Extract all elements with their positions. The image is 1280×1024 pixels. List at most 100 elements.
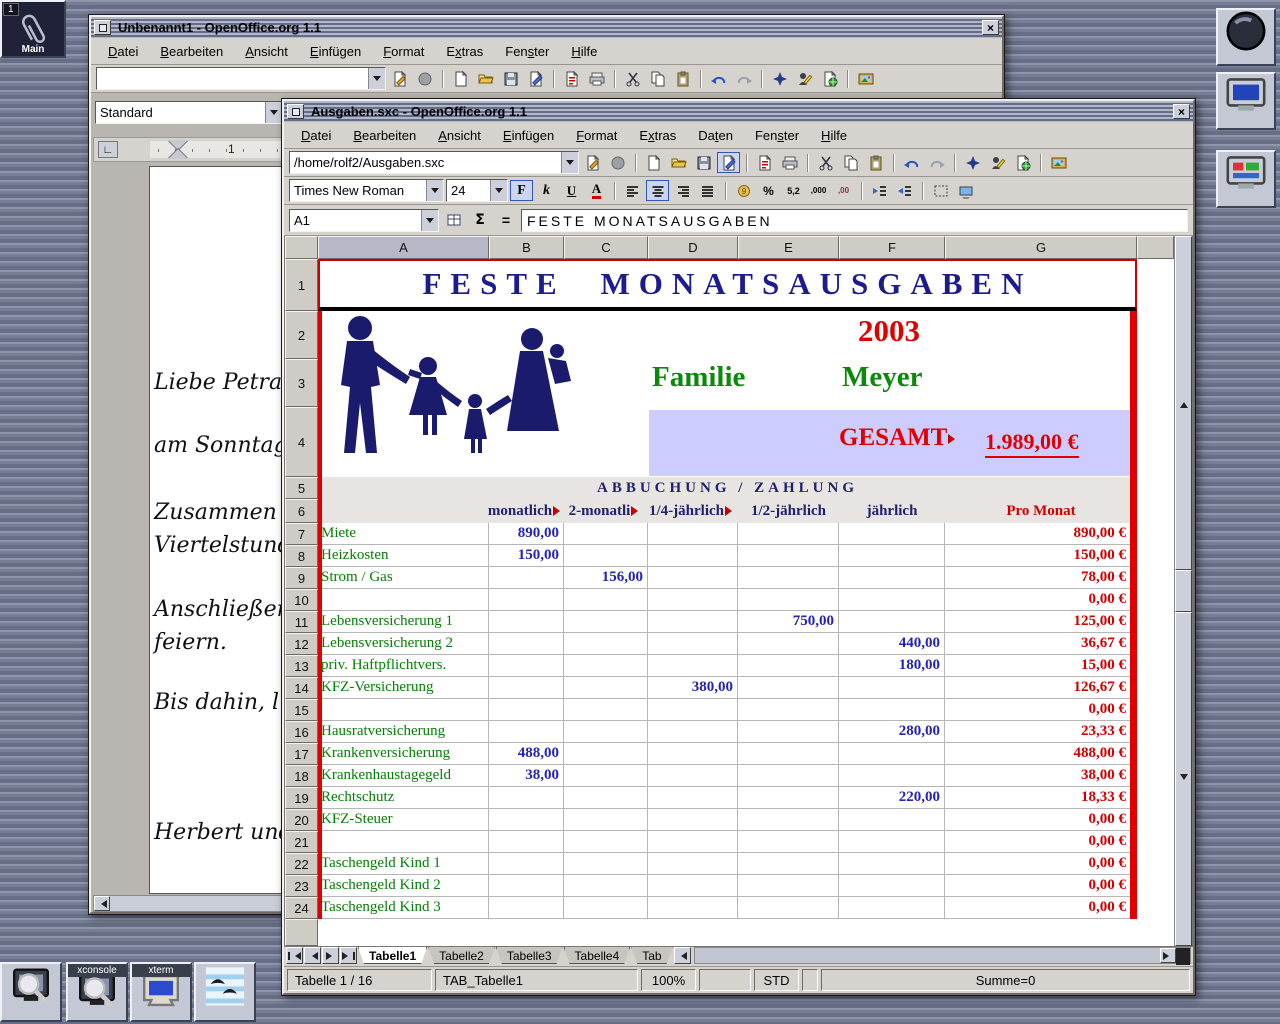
cell[interactable]: Miete: [318, 523, 489, 545]
row-header-18[interactable]: 18: [285, 765, 318, 787]
open-icon[interactable]: [667, 152, 690, 173]
row-header-11[interactable]: 11: [285, 611, 318, 633]
horizontal-scrollbar[interactable]: [694, 947, 1191, 964]
period-header[interactable]: Pro Monat: [945, 499, 1137, 523]
menu-datei[interactable]: Datei: [292, 125, 340, 146]
row-header-15[interactable]: 15: [285, 699, 318, 721]
cell[interactable]: [738, 743, 839, 765]
cell[interactable]: [738, 765, 839, 787]
cell[interactable]: [839, 765, 945, 787]
row-header-1[interactable]: 1: [285, 259, 318, 311]
formula-input[interactable]: FESTE MONATSAUSGABEN: [521, 209, 1188, 232]
border-icon[interactable]: [929, 180, 952, 201]
cell[interactable]: [648, 545, 738, 567]
dropdown-button[interactable]: [265, 102, 282, 123]
cell[interactable]: 380,00: [648, 677, 738, 699]
cell[interactable]: [564, 809, 648, 831]
cell[interactable]: [738, 523, 839, 545]
insert-icon[interactable]: [986, 152, 1009, 173]
cell[interactable]: 750,00: [738, 611, 839, 633]
dropdown-button[interactable]: [561, 152, 578, 173]
cell[interactable]: [489, 633, 564, 655]
cell[interactable]: 0,00 €: [945, 809, 1137, 831]
cell-reference-box[interactable]: A1: [289, 209, 439, 232]
cell[interactable]: [648, 633, 738, 655]
period-header[interactable]: 1/2-jährlich: [738, 499, 839, 523]
align-right-icon[interactable]: [671, 180, 694, 201]
cell[interactable]: [489, 699, 564, 721]
font-size-combo[interactable]: 24: [446, 179, 508, 202]
column-header-F[interactable]: F: [839, 236, 945, 259]
scroll-up-button[interactable]: [1175, 236, 1192, 570]
row-header-12[interactable]: 12: [285, 633, 318, 655]
undo-icon[interactable]: [900, 152, 923, 173]
desktop-sphere-icon[interactable]: [1216, 8, 1276, 66]
cut-icon[interactable]: [621, 68, 644, 89]
cell[interactable]: [738, 567, 839, 589]
cell[interactable]: [738, 787, 839, 809]
menu-hilfe[interactable]: Hilfe: [562, 41, 606, 62]
paste-icon[interactable]: [671, 68, 694, 89]
cell[interactable]: [648, 611, 738, 633]
currency-icon[interactable]: 9: [732, 180, 755, 201]
indent-marker-bottom[interactable]: [168, 139, 188, 159]
cell[interactable]: [564, 787, 648, 809]
cell[interactable]: [489, 897, 564, 919]
cell[interactable]: [738, 831, 839, 853]
section-header-row[interactable]: ABBUCHUNG / ZAHLUNG: [318, 477, 1137, 499]
cell[interactable]: [648, 853, 738, 875]
taskbar-openoffice[interactable]: [194, 962, 256, 1022]
open-icon[interactable]: [474, 68, 497, 89]
desktop-display-icon[interactable]: [1216, 150, 1276, 208]
cell[interactable]: 126,67 €: [945, 677, 1137, 699]
number-format-icon[interactable]: 5,2: [782, 180, 805, 201]
indent-less-icon[interactable]: [868, 180, 891, 201]
insert-object-icon[interactable]: [1011, 152, 1034, 173]
cell[interactable]: 150,00 €: [945, 545, 1137, 567]
cell[interactable]: [839, 875, 945, 897]
menu-bearbeiten[interactable]: Bearbeiten: [344, 125, 425, 146]
menu-hilfe[interactable]: Hilfe: [812, 125, 856, 146]
menu-format[interactable]: Format: [567, 125, 626, 146]
writer-url-combo[interactable]: [96, 67, 386, 90]
cell[interactable]: [738, 545, 839, 567]
paste-icon[interactable]: [864, 152, 887, 173]
cell[interactable]: [564, 699, 648, 721]
row-header-23[interactable]: 23: [285, 875, 318, 897]
cell[interactable]: [318, 499, 489, 523]
row-header-10[interactable]: 10: [285, 589, 318, 611]
function-wizard-icon[interactable]: [442, 210, 466, 231]
edit-file-icon[interactable]: [524, 68, 547, 89]
menu-bearbeiten[interactable]: Bearbeiten: [151, 41, 232, 62]
column-header-D[interactable]: D: [648, 236, 738, 259]
sum-icon[interactable]: Σ: [468, 210, 492, 231]
cell[interactable]: 15,00 €: [945, 655, 1137, 677]
menu-extras[interactable]: Extras: [630, 125, 685, 146]
cell[interactable]: [648, 897, 738, 919]
scrollbar-thumb[interactable]: [1175, 570, 1192, 611]
style-value[interactable]: Standard: [96, 102, 265, 123]
dropdown-button[interactable]: [421, 210, 438, 231]
sheet-tab-tabelle2[interactable]: Tabelle2: [428, 947, 495, 964]
status-zoom[interactable]: 100%: [641, 969, 696, 991]
cell[interactable]: 36,67 €: [945, 633, 1137, 655]
cell[interactable]: 156,00: [564, 567, 648, 589]
cell[interactable]: Taschengeld Kind 1: [318, 853, 489, 875]
cell[interactable]: 180,00: [839, 655, 945, 677]
tab-scroll-left-button[interactable]: [674, 947, 691, 964]
window-menu-button[interactable]: [94, 20, 111, 35]
cell[interactable]: Taschengeld Kind 2: [318, 875, 489, 897]
cell[interactable]: [564, 611, 648, 633]
row-header-3[interactable]: 3: [285, 359, 318, 407]
cell[interactable]: [738, 875, 839, 897]
open-url-icon[interactable]: [581, 152, 604, 173]
cell[interactable]: [489, 611, 564, 633]
cell[interactable]: 0,00 €: [945, 699, 1137, 721]
font-name-combo[interactable]: Times New Roman: [289, 179, 444, 202]
cell[interactable]: Hausratversicherung: [318, 721, 489, 743]
cell[interactable]: 23,33 €: [945, 721, 1137, 743]
redo-icon[interactable]: [925, 152, 948, 173]
save-icon[interactable]: [692, 152, 715, 173]
status-mode[interactable]: STD: [754, 969, 799, 991]
cell[interactable]: [564, 523, 648, 545]
